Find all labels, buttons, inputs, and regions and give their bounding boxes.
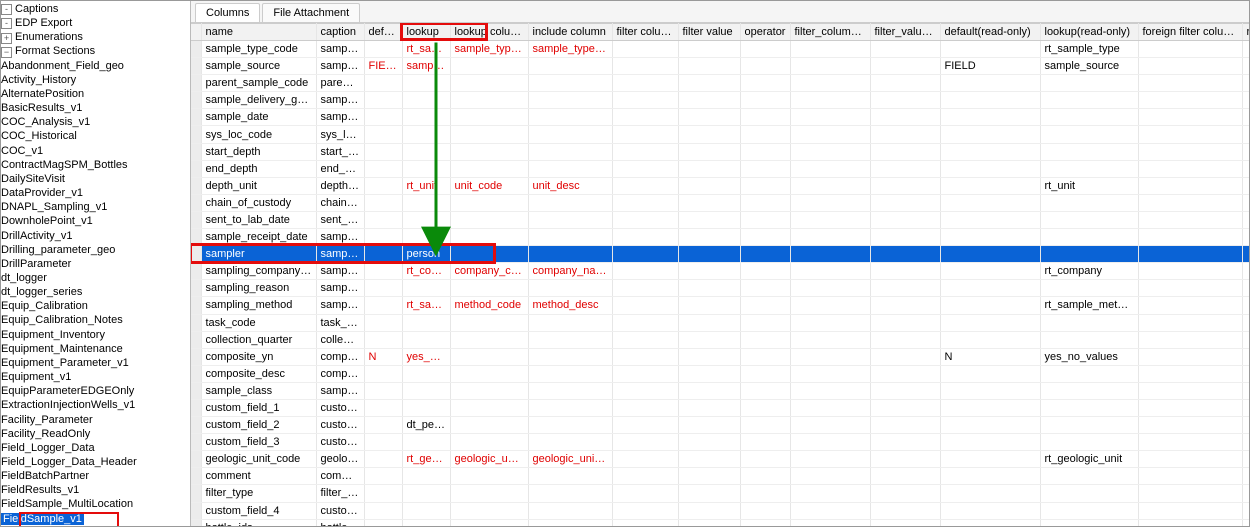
grid[interactable]: namecaptiondefaultlookuplookup columninc… [191,23,1249,526]
tree-node[interactable]: AlternatePosition [1,88,190,102]
col-header[interactable]: foreign filter column [1138,24,1242,41]
tree-node[interactable]: DrillParameter [1,258,190,272]
tree-toggle-icon[interactable]: - [1,18,12,29]
table-row[interactable]: composite_yncompo…Nyes_no_…Nyes_no_value… [191,348,1249,365]
tree-node[interactable]: DrillActivity_v1 [1,230,190,244]
table-row[interactable]: sent_to_lab_datesent_t… [191,211,1249,228]
table-row[interactable]: task_codetask_c… [191,314,1249,331]
tree-node[interactable]: Field_Logger_Data_Header [1,456,190,470]
tree-node[interactable]: Equip_Calibration [1,300,190,314]
tree-node[interactable]: FieldSample_MultiLocation [1,498,190,512]
table-row[interactable]: composite_desccompo… [191,365,1249,382]
tree-pane[interactable]: -Captions-EDP Export+Enumerations−Format… [1,1,191,526]
tree-node[interactable]: COC_Historical [1,130,190,144]
table-row[interactable]: commentcomm… [191,468,1249,485]
col-header[interactable]: default(read-only) [940,24,1040,41]
tree-node[interactable]: dt_logger_series [1,286,190,300]
tree-node[interactable]: Field_Logger_Data [1,442,190,456]
tree-node[interactable]: Format Sections [15,45,95,57]
tree-node[interactable]: BasicResults_v1 [1,102,190,116]
tree-node[interactable]: Equipment_Maintenance [1,343,190,357]
table-row[interactable]: sample_datesampl… [191,109,1249,126]
col-header[interactable]: name [201,24,316,41]
col-header[interactable]: default [364,24,402,41]
tree-node[interactable]: dt_logger [1,272,190,286]
tree-node[interactable]: Drilling_parameter_geo [1,244,190,258]
table-row[interactable]: collection_quartercollect… [191,331,1249,348]
table-row[interactable]: filter_typefilter_t… [191,485,1249,502]
tree-node[interactable]: DataProvider_v1 [1,187,190,201]
tree-node[interactable]: ContractMagSPM_Bottles [1,159,190,173]
tab-columns[interactable]: Columns [195,3,260,22]
table-row[interactable]: sys_loc_codesys_lo… [191,126,1249,143]
col-header[interactable]: filter value [678,24,740,41]
tree-node[interactable]: FieldSample_v1 [1,513,190,526]
table-row[interactable]: sample_sourcesampl…FIELDsample_…FIELDsam… [191,58,1249,75]
col-header[interactable]: lookup(read-only) [1040,24,1138,41]
tree-node[interactable]: FieldResults_v1 [1,484,190,498]
table-row[interactable]: sampling_methodsampl…rt_sampl…method_cod… [191,297,1249,314]
col-header[interactable]: filter_value_2 [870,24,940,41]
tree-node[interactable]: EDP Export [15,17,72,29]
table-row[interactable]: sample_type_codesampl…rt_sampl…sample_ty… [191,41,1249,58]
table-row[interactable]: start_depthstart_… [191,143,1249,160]
tree-node[interactable]: Equip_Calibration_Notes [1,314,190,328]
col-header[interactable]: filter_column_2 [790,24,870,41]
tree-node[interactable]: Activity_History [1,74,190,88]
tree-node[interactable]: ExtractionInjectionWells_v1 [1,399,190,413]
table-row[interactable]: custom_field_2custo…dt_perso… [191,417,1249,434]
table-row[interactable]: sampling_reasonsampl… [191,280,1249,297]
tree-node[interactable]: Captions [15,3,58,15]
tree-node[interactable]: FieldBatchPartner [1,470,190,484]
table-row[interactable]: parent_sample_codeparent… [191,75,1249,92]
tree-node[interactable]: COC_Analysis_v1 [1,116,190,130]
table-row[interactable]: end_depthend_d… [191,160,1249,177]
col-header[interactable]: lookup column [450,24,528,41]
tree-node[interactable]: DownholePoint_v1 [1,215,190,229]
table-row[interactable]: custom_field_4custo… [191,502,1249,519]
col-header[interactable]: filter column [612,24,678,41]
col-header[interactable]: operator [740,24,790,41]
tab-file-attachment[interactable]: File Attachment [262,3,360,22]
table-row[interactable]: sample_receipt_datesampl… [191,229,1249,246]
table-row[interactable]: bottle_idsbottle_… [191,519,1249,526]
tree-node[interactable]: DailySiteVisit [1,173,190,187]
tree-toggle-icon[interactable]: − [1,47,12,58]
tree-node[interactable]: Equipment_Inventory [1,329,190,343]
tree-node[interactable]: Equipment_v1 [1,371,190,385]
tree-node[interactable]: COC_v1 [1,145,190,159]
tree-node[interactable]: EquipParameterEDGEOnly [1,385,190,399]
tree-toggle-icon[interactable]: - [1,4,12,15]
col-header[interactable]: caption [316,24,364,41]
table-row[interactable]: samplersampl…person [191,246,1249,263]
tree-node[interactable]: Equipment_Parameter_v1 [1,357,190,371]
tree-node[interactable]: Facility_Parameter [1,414,190,428]
col-header[interactable]: related filter column [1242,24,1249,41]
table-row[interactable]: sampling_company_codesampl…rt_comp…compa… [191,263,1249,280]
tabs: ColumnsFile Attachment [191,1,1249,23]
table-row[interactable]: sample_classsampl… [191,382,1249,399]
table-row[interactable]: depth_unitdepth…rt_unitunit_codeunit_des… [191,177,1249,194]
table-row[interactable]: chain_of_custodychain_… [191,194,1249,211]
table-row[interactable]: geologic_unit_codegeolog…rt_geolo…geolog… [191,451,1249,468]
table-row[interactable]: custom_field_3custo… [191,434,1249,451]
tree-node[interactable]: DNAPL_Sampling_v1 [1,201,190,215]
table-row[interactable]: sample_delivery_groupsampl… [191,92,1249,109]
tree-node[interactable]: Facility_ReadOnly [1,428,190,442]
tree-node[interactable]: Abandonment_Field_geo [1,60,190,74]
col-header[interactable]: include column [528,24,612,41]
col-header[interactable]: lookup [402,24,450,41]
tree-toggle-icon[interactable]: + [1,33,12,44]
table-row[interactable]: custom_field_1custo… [191,399,1249,416]
tree-node[interactable]: Enumerations [15,31,83,43]
